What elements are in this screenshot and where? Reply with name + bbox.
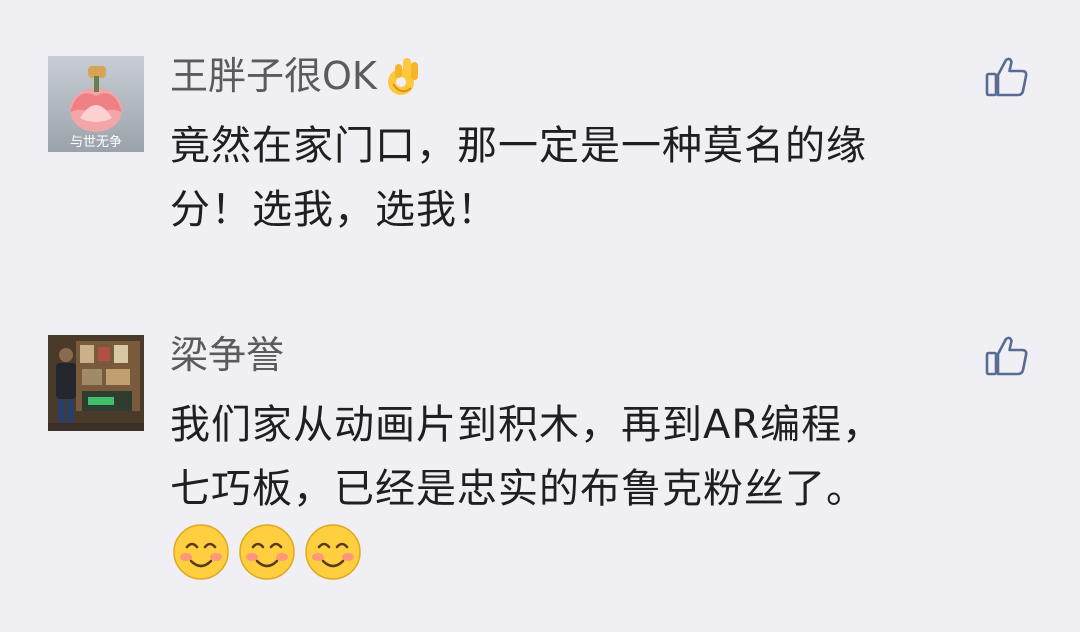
comment-item: 与世无争 王胖子很OK 竟然在家门口，那一定是一种莫名的缘 分！选我，选我！: [0, 0, 1080, 300]
comment-author[interactable]: 王胖子很OK: [170, 54, 423, 98]
avatar-shop-photo: [48, 335, 144, 431]
comment-author[interactable]: 梁争誉: [170, 333, 284, 377]
comment-item: 梁争誉 我们家从动画片到积木，再到AR编程， 七巧板，已经是忠实的布鲁克粉丝了。: [0, 300, 1080, 632]
ok-hand-emoji: [381, 54, 423, 98]
avatar[interactable]: 与世无争: [48, 56, 144, 152]
thumbs-up-icon: [985, 57, 1028, 97]
comment-text-line: 七巧板，已经是忠实的布鲁克粉丝了。: [170, 466, 867, 512]
author-name: 梁争誉: [170, 333, 285, 377]
author-name: 王胖子很OK: [170, 54, 377, 98]
comment-text-line: 我们家从动画片到积木，再到AR编程，: [170, 402, 884, 448]
smiling-face-emoji: [238, 523, 296, 581]
thumbs-up-icon: [985, 336, 1028, 376]
comment-text-line: 分！选我，选我！: [170, 187, 498, 233]
comment-text: 竟然在家门口，那一定是一种莫名的缘 分！选我，选我！: [170, 114, 1030, 242]
avatar-lotus-image: 与世无争: [48, 56, 144, 152]
like-button[interactable]: [984, 54, 1030, 100]
emoji-row: [172, 523, 370, 581]
avatar-caption: 与世无争: [70, 135, 122, 150]
smiling-face-emoji: [172, 523, 230, 581]
avatar[interactable]: [48, 335, 144, 431]
comment-text: 我们家从动画片到积木，再到AR编程， 七巧板，已经是忠实的布鲁克粉丝了。: [170, 393, 1030, 521]
like-button[interactable]: [984, 333, 1030, 379]
comment-text-line: 竟然在家门口，那一定是一种莫名的缘: [170, 123, 867, 169]
smiling-face-emoji: [304, 523, 362, 581]
